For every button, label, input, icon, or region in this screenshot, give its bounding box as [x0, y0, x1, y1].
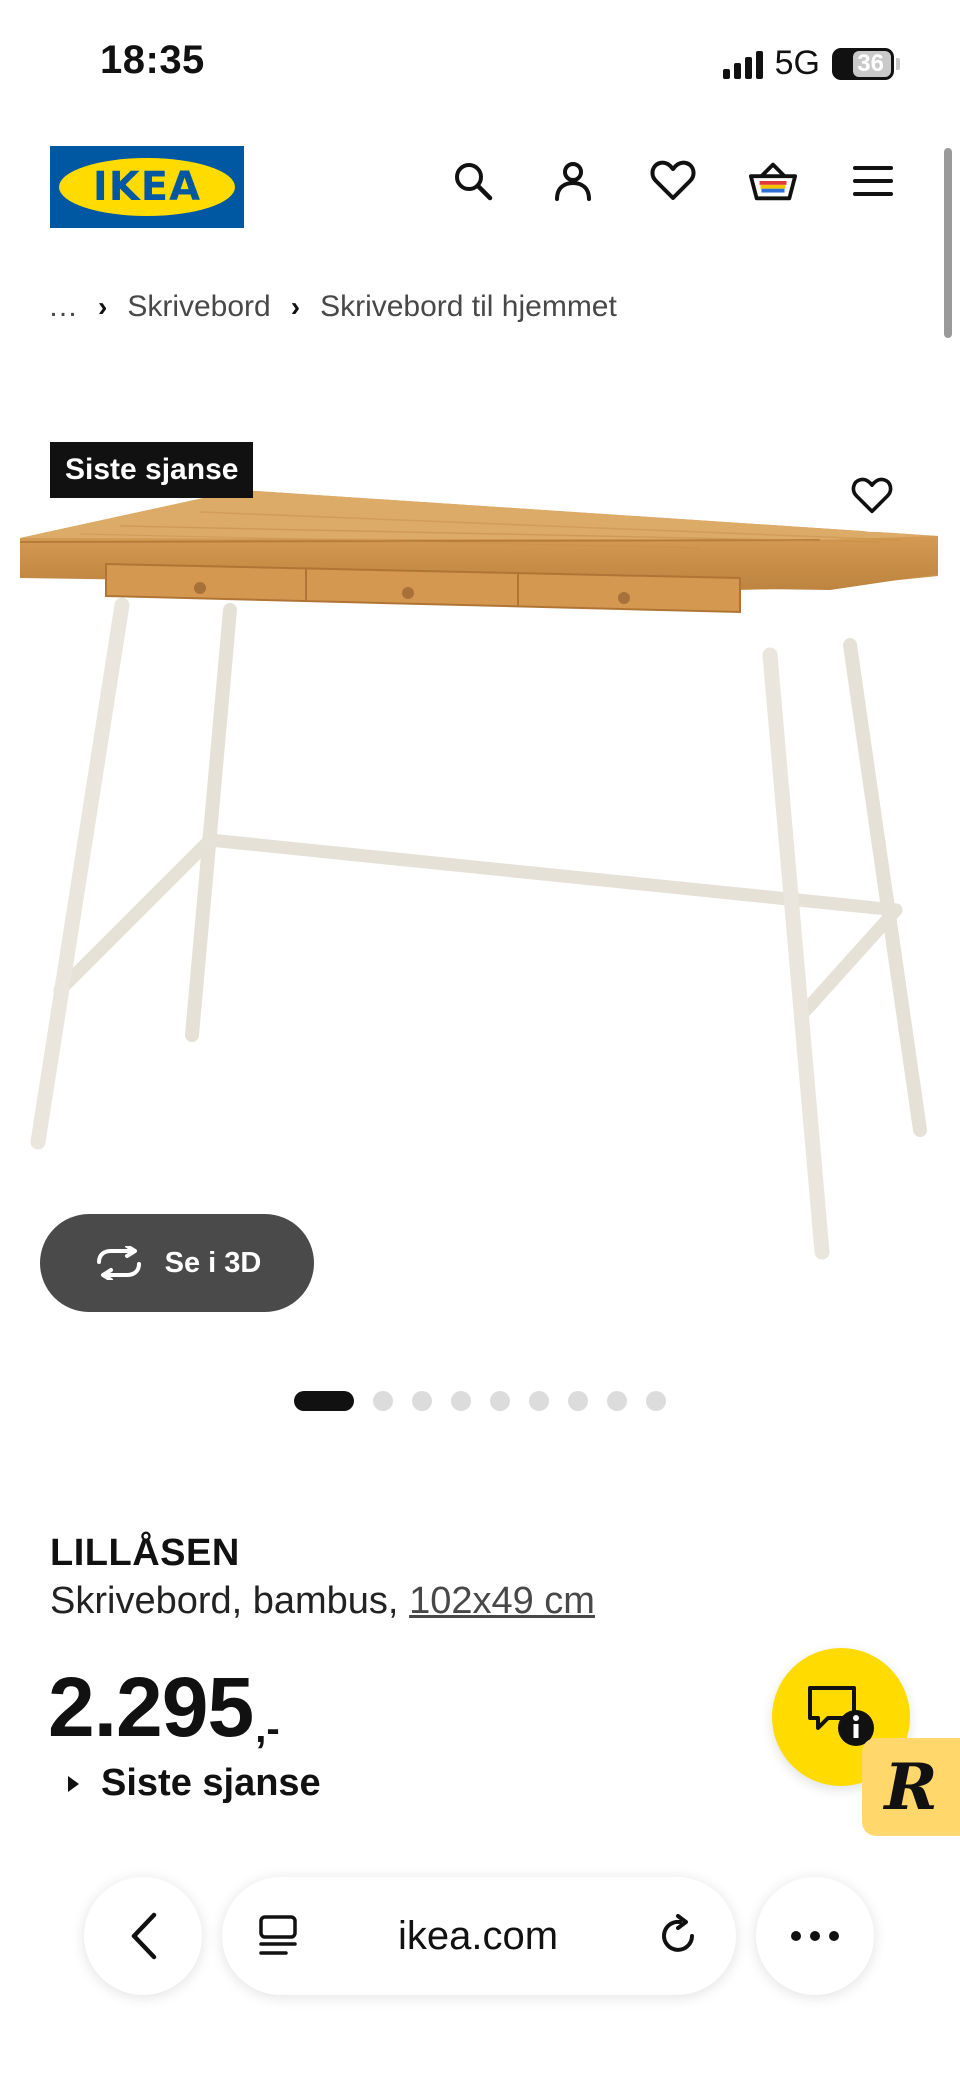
chevron-left-icon	[131, 1912, 157, 1960]
status-badge: Siste sjanse	[50, 442, 254, 498]
status-bar: 18:35 5G 36	[0, 0, 960, 120]
search-icon[interactable]	[448, 156, 498, 206]
product-name: LILLÅSEN	[50, 1532, 240, 1574]
price-value: 2.295	[48, 1660, 254, 1754]
status-indicators: 5G 36	[722, 44, 900, 83]
chevron-right-icon: ›	[98, 291, 108, 322]
product-image-gallery[interactable]: Siste sjanse Se i 3D	[0, 430, 960, 1370]
status-time: 18:35	[100, 38, 205, 82]
network-label: 5G	[774, 44, 820, 82]
view-in-3d-button[interactable]: Se i 3D	[40, 1214, 314, 1312]
breadcrumb-skrivebord[interactable]: Skrivebord	[127, 290, 270, 324]
carousel-dot-2[interactable]	[373, 1391, 393, 1411]
price-suffix: ,-	[255, 1707, 280, 1751]
add-to-favourites-button[interactable]	[836, 460, 908, 532]
menu-icon[interactable]	[848, 156, 898, 206]
carousel-dot-7[interactable]	[568, 1391, 588, 1411]
image-carousel-dots	[0, 1391, 960, 1411]
product-price: 2.295 ,-	[48, 1665, 280, 1749]
carousel-dot-9[interactable]	[646, 1391, 666, 1411]
breadcrumb-ellipsis[interactable]: …	[48, 290, 78, 324]
heart-icon[interactable]	[648, 156, 698, 206]
account-icon[interactable]	[548, 156, 598, 206]
chat-info-icon	[808, 1686, 874, 1746]
carousel-dot-3[interactable]	[412, 1391, 432, 1411]
logo-text: IKEA	[92, 164, 202, 210]
address-bar[interactable]: ikea.com	[222, 1877, 736, 1995]
carousel-dot-6[interactable]	[529, 1391, 549, 1411]
basket-icon[interactable]	[748, 156, 798, 206]
more-icon	[791, 1931, 839, 1941]
carousel-dot-4[interactable]	[451, 1391, 471, 1411]
product-dimensions-link[interactable]: 102x49 cm	[409, 1580, 595, 1622]
rotate-3d-icon	[96, 1246, 141, 1280]
carousel-dot-1[interactable]	[294, 1391, 354, 1411]
carousel-dot-8[interactable]	[607, 1391, 627, 1411]
r-extension-icon[interactable]: R	[862, 1738, 960, 1836]
carousel-dot-5[interactable]	[490, 1391, 510, 1411]
breadcrumb: … › Skrivebord › Skrivebord til hjemmet	[48, 290, 617, 324]
price-note-toggle[interactable]: Siste sjanse	[68, 1762, 321, 1805]
site-header: IKEA	[0, 140, 960, 230]
back-button[interactable]	[84, 1877, 202, 1995]
caret-right-icon	[68, 1775, 79, 1792]
battery-level: 36	[857, 49, 884, 77]
page-menu-icon	[259, 1915, 297, 1955]
ikea-logo[interactable]: IKEA	[50, 146, 244, 228]
heart-icon	[851, 477, 893, 514]
breadcrumb-skrivebord-til-hjemmet[interactable]: Skrivebord til hjemmet	[320, 290, 617, 324]
product-description-text: Skrivebord, bambus,	[50, 1580, 410, 1622]
product-description: Skrivebord, bambus, 102x49 cm	[50, 1580, 595, 1623]
battery-icon: 36	[832, 47, 900, 80]
url-text: ikea.com	[397, 1913, 559, 1958]
reload-icon[interactable]	[658, 1914, 700, 1958]
price-note-label: Siste sjanse	[101, 1762, 321, 1804]
chevron-right-icon: ›	[290, 291, 301, 322]
more-options-button[interactable]	[756, 1877, 874, 1995]
signal-icon	[722, 49, 763, 79]
header-actions	[448, 156, 898, 206]
view-in-3d-label: Se i 3D	[164, 1246, 262, 1279]
